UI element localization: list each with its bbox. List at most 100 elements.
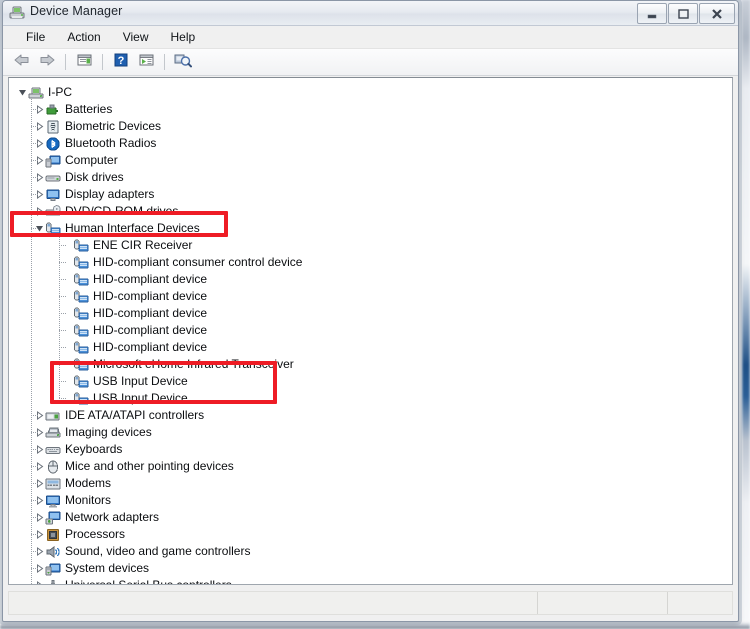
tree-item-universal-serial-bus-controllers[interactable]: Universal Serial Bus controllers [9,577,732,585]
expand-toggle-icon[interactable] [34,509,45,526]
tree-item-label: HID-compliant device [93,272,208,286]
tree-item-modems[interactable]: Modems [9,475,732,492]
tree-item-disk-drives[interactable]: Disk drives [9,169,732,186]
scan-hardware-changes-icon [174,52,192,73]
device-manager-icon [9,5,25,21]
tree-item-label: Processors [65,527,126,541]
bluetooth-icon [45,136,61,152]
expand-toggle-icon[interactable] [34,475,45,492]
tree-item-sound-video-and-game-controllers[interactable]: Sound, video and game controllers [9,543,732,560]
menu-help[interactable]: Help [160,28,207,46]
tree-item-biometric-devices[interactable]: Biometric Devices [9,118,732,135]
mouse-icon [45,459,61,475]
tree-item-system-devices[interactable]: System devices [9,560,732,577]
tree-item-usb-input-device[interactable]: USB Input Device [9,390,732,407]
expand-toggle-icon[interactable] [34,577,45,584]
back-button[interactable] [11,51,33,73]
expand-toggle-icon[interactable] [34,441,45,458]
tree-item-processors[interactable]: Processors [9,526,732,543]
tree-item-display-adapters[interactable]: Display adapters [9,186,732,203]
tree-item-hid-compliant-device[interactable]: HID-compliant device [9,322,732,339]
tree-item-label: Imaging devices [65,425,152,439]
tree-item-label: Display adapters [65,187,155,201]
menu-file[interactable]: File [15,28,56,46]
tree-item-imaging-devices[interactable]: Imaging devices [9,424,732,441]
hid-icon [73,238,89,254]
hid-icon [73,340,89,356]
tree-item-label: System devices [65,561,150,575]
expand-toggle-icon[interactable] [34,492,45,509]
expand-toggle-icon[interactable] [34,203,45,220]
tree-item-label: HID-compliant device [93,323,208,337]
expand-toggle-icon[interactable] [34,458,45,475]
processor-icon [45,527,61,543]
scan-hardware-button[interactable] [172,51,194,73]
expand-toggle-icon[interactable] [34,152,45,169]
menu-view[interactable]: View [112,28,160,46]
expand-toggle-icon[interactable] [34,169,45,186]
expand-toggle-icon[interactable] [34,560,45,577]
device-tree-panel[interactable]: I-PC Batteries Biometric Devices Bluetooth … [8,77,733,585]
battery-icon [45,102,61,118]
tree-item-ide-ata-atapi-controllers[interactable]: IDE ATA/ATAPI controllers [9,407,732,424]
tree-item-microsoft-ehome-infrared-transceiver[interactable]: Microsoft eHome Infrared Transceiver [9,356,732,373]
tree-item-hid-compliant-device[interactable]: HID-compliant device [9,288,732,305]
expand-toggle-icon[interactable] [34,220,45,237]
tree-item-hid-compliant-device[interactable]: HID-compliant device [9,305,732,322]
menu-action[interactable]: Action [56,28,111,46]
tree-item-label: HID-compliant device [93,306,208,320]
expand-toggle-icon[interactable] [34,118,45,135]
expand-toggle-icon[interactable] [34,101,45,118]
tree-item-hid-compliant-device[interactable]: HID-compliant device [9,339,732,356]
tree-item-label: Bluetooth Radios [65,136,157,150]
tree-item-dvd-cd-rom-drives[interactable]: DVD/CD-ROM drives [9,203,732,220]
tree-item-i-pc[interactable]: I-PC [9,84,732,101]
tree-item-hid-compliant-device[interactable]: HID-compliant device [9,271,732,288]
tree-item-human-interface-devices[interactable]: Human Interface Devices [9,220,732,237]
toolbar: ? [3,49,738,76]
title-bar[interactable]: Device Manager [3,1,738,26]
tree-item-usb-input-device[interactable]: USB Input Device [9,373,732,390]
status-segment-2 [538,592,668,614]
tree-item-monitors[interactable]: Monitors [9,492,732,509]
tree-item-batteries[interactable]: Batteries [9,101,732,118]
ide-controller-icon [45,408,61,424]
tree-item-label: HID-compliant consumer control device [93,255,303,269]
imaging-device-icon [45,425,61,441]
device-tree: I-PC Batteries Biometric Devices Bluetooth … [9,78,732,585]
expand-toggle-icon[interactable] [34,407,45,424]
tree-item-bluetooth-radios[interactable]: Bluetooth Radios [9,135,732,152]
update-driver-button[interactable] [135,51,157,73]
forward-button[interactable] [36,51,58,73]
tree-item-computer[interactable]: Computer [9,152,732,169]
expand-toggle-icon[interactable] [34,526,45,543]
expand-toggle-icon[interactable] [34,186,45,203]
tree-item-ene-cir-receiver[interactable]: ENE CIR Receiver [9,237,732,254]
tree-item-keyboards[interactable]: Keyboards [9,441,732,458]
maximize-button[interactable] [668,3,698,24]
tree-item-label: I-PC [48,85,72,99]
expand-toggle-icon[interactable] [34,424,45,441]
back-arrow-icon [13,52,31,73]
expand-toggle-icon[interactable] [34,135,45,152]
expand-toggle-icon[interactable] [34,543,45,560]
sound-controller-icon [45,544,61,560]
network-adapter-icon [45,510,61,526]
tree-item-label: Universal Serial Bus controllers [65,578,232,585]
minimize-button[interactable] [637,3,667,24]
tree-item-network-adapters[interactable]: Network adapters [9,509,732,526]
tree-item-mice-and-other-pointing-devices[interactable]: Mice and other pointing devices [9,458,732,475]
help-button[interactable]: ? [110,51,132,73]
tree-item-hid-compliant-consumer-control-device[interactable]: HID-compliant consumer control device [9,254,732,271]
hid-icon [73,255,89,271]
svg-text:?: ? [118,55,125,67]
status-segment-3 [668,592,732,614]
properties-button[interactable] [73,51,95,73]
hid-icon [73,323,89,339]
close-button[interactable] [699,3,735,24]
hid-icon [73,289,89,305]
tree-item-label: Human Interface Devices [65,221,200,235]
expand-toggle-icon[interactable] [17,84,28,101]
monitor-icon [45,493,61,509]
tree-item-label: IDE ATA/ATAPI controllers [65,408,205,422]
